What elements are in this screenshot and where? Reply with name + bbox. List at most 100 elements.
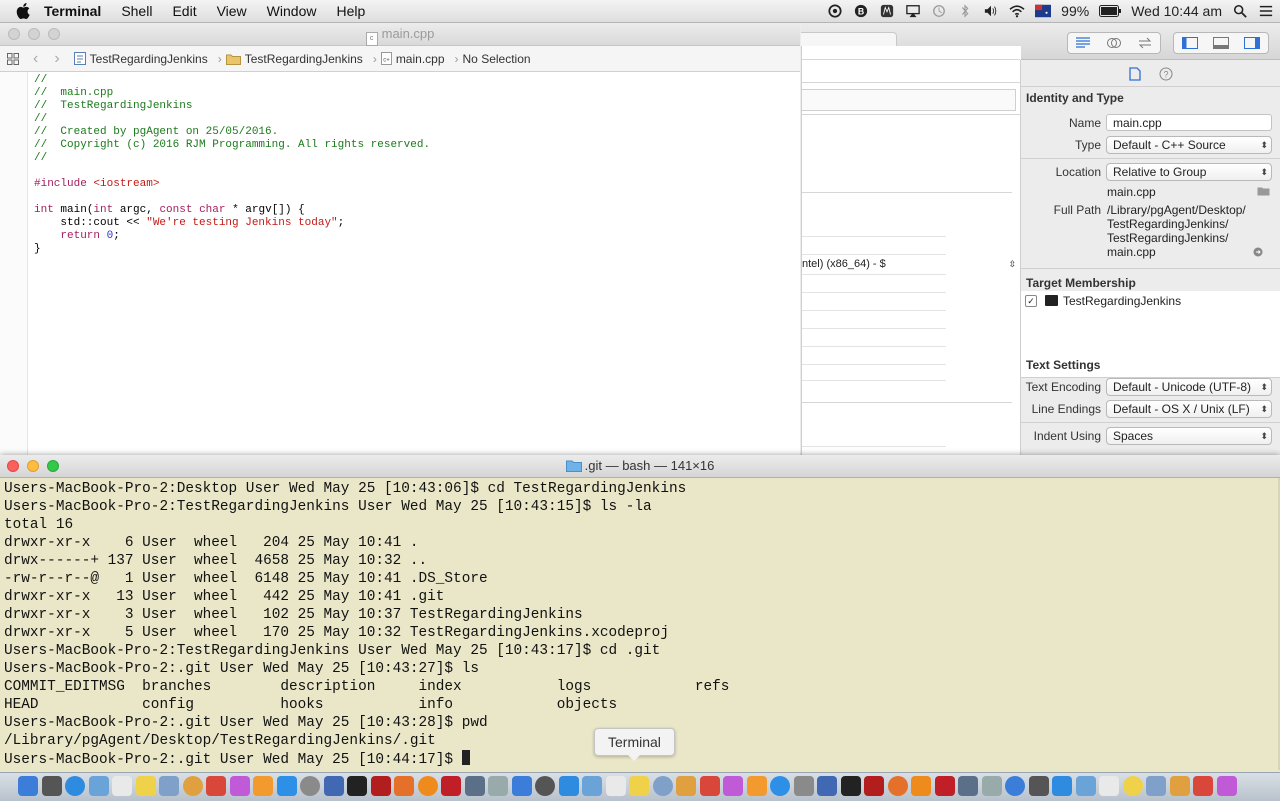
assistant-editor-icon[interactable] [1106, 37, 1122, 49]
firefox-dock-icon[interactable] [887, 776, 908, 796]
photos-dock-icon[interactable] [182, 776, 203, 796]
encoding-popup[interactable]: Default - Unicode (UTF-8) ⬍ [1106, 378, 1272, 396]
finder-dock-icon[interactable] [1005, 776, 1025, 796]
notes-dock-icon[interactable] [1122, 776, 1143, 796]
utility-dock-icon[interactable] [464, 776, 485, 796]
b-circle-icon[interactable]: B [853, 4, 869, 18]
debug-toggle-icon[interactable] [1212, 37, 1229, 49]
menu-view[interactable]: View [207, 0, 257, 22]
terminal-zoom-button[interactable] [47, 460, 59, 472]
notes-dock-icon[interactable] [135, 776, 156, 796]
code-line[interactable]: #include <iostream> [34, 178, 430, 191]
xcode-minimize-button[interactable] [28, 28, 40, 40]
xcode-dock-icon[interactable] [817, 776, 837, 796]
forward-arrow-icon[interactable]: › [54, 50, 59, 68]
related-items-icon[interactable] [7, 52, 19, 65]
ibooks-dock-icon[interactable] [253, 776, 273, 796]
misc-dock-icon[interactable] [488, 776, 508, 796]
xcode-zoom-button[interactable] [48, 28, 60, 40]
reveal-in-finder-icon[interactable] [1253, 247, 1263, 257]
terminal-output[interactable]: Users-MacBook-Pro-2:Desktop User Wed May… [4, 480, 729, 769]
utility-dock-icon[interactable] [958, 776, 978, 796]
settings-dock-icon[interactable] [300, 776, 320, 796]
sync-circle-icon[interactable] [827, 4, 843, 18]
mail-dock-icon[interactable] [582, 776, 602, 796]
code-line[interactable] [34, 165, 430, 178]
safari-dock-icon[interactable] [1052, 776, 1072, 796]
flag-icon[interactable] [1035, 4, 1052, 18]
terminal-dock-icon[interactable] [347, 776, 367, 796]
dashboard-dock-icon[interactable] [1028, 776, 1049, 796]
filezilla-dock-icon[interactable] [370, 776, 391, 796]
standard-editor-icon[interactable] [1075, 37, 1091, 49]
code-line[interactable]: return 0; [34, 230, 430, 243]
notification-list-icon[interactable] [1258, 4, 1274, 18]
menu-app-name[interactable]: Terminal [34, 0, 111, 22]
airplay-icon[interactable] [905, 4, 921, 18]
stepper-arrows-icon[interactable]: ⇳ [1008, 254, 1016, 274]
clock[interactable]: Wed 10:44 am [1131, 3, 1222, 19]
breadcrumb-file[interactable]: c+ main.cpp [380, 52, 445, 66]
line-gutter[interactable] [0, 72, 28, 455]
misc-dock-icon[interactable] [981, 776, 1002, 796]
menu-edit[interactable]: Edit [162, 0, 206, 22]
version-editor-icon[interactable] [1137, 37, 1153, 49]
architecture-row[interactable]: ntel) (x86_64) - $ ⇳ [802, 254, 1020, 274]
dashboard-dock-icon[interactable] [535, 776, 555, 796]
battery-percent[interactable]: 99% [1061, 3, 1089, 19]
app-square-icon[interactable] [879, 4, 895, 18]
wifi-icon[interactable] [1009, 4, 1025, 18]
ibooks-dock-icon[interactable] [746, 776, 767, 796]
itunes-dock-icon[interactable] [1216, 776, 1237, 796]
indent-popup[interactable]: Spaces ⬍ [1106, 427, 1272, 445]
type-popup[interactable]: Default - C++ Source ⬍ [1106, 136, 1272, 154]
settings-dock-icon[interactable] [793, 776, 814, 796]
breadcrumb-selection[interactable]: No Selection [463, 52, 531, 66]
safari-dock-icon[interactable] [65, 776, 85, 796]
terminal-close-button[interactable] [7, 460, 19, 472]
back-arrow-icon[interactable]: ‹ [33, 50, 38, 68]
app-store-dock-icon[interactable] [276, 776, 297, 796]
location-popup[interactable]: Relative to Group ⬍ [1106, 163, 1272, 181]
line-endings-popup[interactable]: Default - OS X / Unix (LF) ⬍ [1106, 400, 1272, 418]
app-store-dock-icon[interactable] [770, 776, 790, 796]
code-line[interactable]: int main(int argc, const char * argv[]) … [34, 204, 430, 217]
menu-window[interactable]: Window [257, 0, 327, 22]
utilities-toggle-icon[interactable] [1244, 37, 1261, 49]
time-machine-icon[interactable] [931, 4, 947, 18]
code-line[interactable]: // main.cpp [34, 87, 430, 100]
code-line[interactable]: } [34, 243, 430, 256]
code-line[interactable]: // TestRegardingJenkins [34, 100, 430, 113]
itunes-dock-icon[interactable] [723, 776, 743, 796]
menu-shell[interactable]: Shell [111, 0, 162, 22]
calendar-dock-icon[interactable] [1099, 776, 1119, 796]
code-line[interactable]: // Created by pgAgent on 25/05/2016. [34, 126, 430, 139]
opera-dock-icon[interactable] [441, 776, 461, 796]
calendar-dock-icon[interactable] [605, 776, 626, 796]
bluetooth-icon[interactable] [957, 4, 973, 18]
editor-mode-segmented[interactable] [1067, 32, 1161, 54]
photos-dock-icon[interactable] [676, 776, 696, 796]
spotlight-search-icon[interactable] [1232, 4, 1248, 18]
xcode-close-button[interactable] [8, 28, 20, 40]
xcode-dock-icon[interactable] [323, 776, 344, 796]
itunes-dock-icon[interactable] [229, 776, 250, 796]
source-editor[interactable]: //// main.cpp// TestRegardingJenkins////… [0, 72, 800, 455]
breadcrumb-project[interactable]: TestRegardingJenkins [73, 52, 208, 66]
code-line[interactable]: std::cout << "We're testing Jenkins toda… [34, 217, 430, 230]
finder-dock-icon[interactable] [511, 776, 532, 796]
dashboard-dock-icon[interactable] [41, 776, 62, 796]
code-text[interactable]: //// main.cpp// TestRegardingJenkins////… [34, 74, 430, 256]
battery-icon[interactable] [1099, 4, 1122, 18]
chrome-like-dock-icon[interactable] [206, 776, 226, 796]
safari-dock-icon[interactable] [558, 776, 579, 796]
code-line[interactable]: // [34, 74, 430, 87]
mail-dock-icon[interactable] [88, 776, 109, 796]
opera-dock-icon[interactable] [934, 776, 955, 796]
filezilla-dock-icon[interactable] [864, 776, 884, 796]
finder-dock-icon[interactable] [18, 776, 38, 796]
volume-icon[interactable] [983, 4, 999, 18]
preview-dock-icon[interactable] [652, 776, 673, 796]
code-line[interactable]: // [34, 113, 430, 126]
preview-dock-icon[interactable] [1146, 776, 1166, 796]
